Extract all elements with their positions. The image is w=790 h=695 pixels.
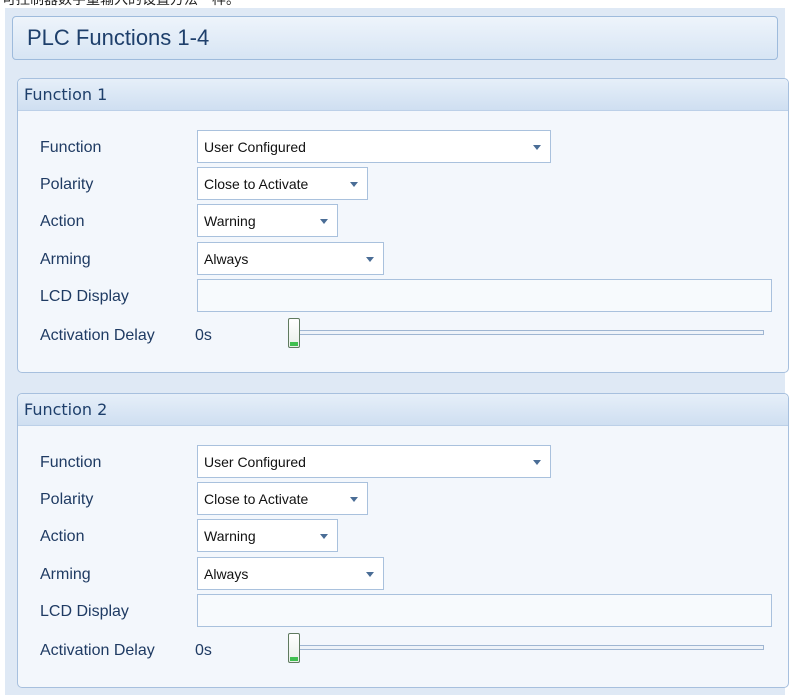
function-1-action-value: Warning (204, 213, 256, 229)
function-1-group: Function 1 Function User Configured Pola… (17, 78, 789, 373)
page-header: PLC Functions 1-4 (12, 16, 778, 60)
function-2-function-value: User Configured (204, 454, 306, 470)
activation-delay-label: Activation Delay (40, 642, 155, 659)
function-1-title: Function 1 (24, 85, 108, 104)
function-2-title: Function 2 (24, 400, 108, 419)
function-2-header: Function 2 (18, 394, 788, 426)
polarity-label: Polarity (40, 491, 94, 508)
top-caption-text: 可控制器数字量输入的设置方法一样。 (2, 0, 240, 8)
chevron-down-icon (366, 572, 374, 577)
chevron-down-icon (350, 182, 358, 187)
function-2-activation-delay-value: 0s (195, 642, 212, 659)
function-1-action-dropdown[interactable]: Warning (197, 204, 338, 237)
chevron-down-icon (533, 460, 541, 465)
function-label: Function (40, 139, 102, 156)
function-1-arming-value: Always (204, 251, 249, 267)
function-1-polarity-dropdown[interactable]: Close to Activate (197, 167, 368, 200)
function-1-activation-delay-value: 0s (195, 327, 212, 344)
function-2-arming-dropdown[interactable]: Always (197, 557, 384, 590)
function-1-slider-thumb[interactable] (288, 318, 300, 348)
action-label: Action (40, 528, 85, 545)
function-2-action-dropdown[interactable]: Warning (197, 519, 338, 552)
function-label: Function (40, 454, 102, 471)
function-2-arming-value: Always (204, 566, 249, 582)
lcd-display-label: LCD Display (40, 603, 129, 620)
function-1-header: Function 1 (18, 79, 788, 111)
action-label: Action (40, 213, 85, 230)
function-1-arming-dropdown[interactable]: Always (197, 242, 384, 275)
function-1-lcd-display-input[interactable] (197, 279, 772, 312)
chevron-down-icon (350, 497, 358, 502)
function-1-function-dropdown[interactable]: User Configured (197, 130, 551, 163)
function-2-group: Function 2 Function User Configured Pola… (17, 393, 789, 688)
activation-delay-label: Activation Delay (40, 327, 155, 344)
function-2-activation-delay-slider[interactable] (294, 645, 764, 650)
function-2-slider-thumb[interactable] (288, 633, 300, 663)
lcd-display-label: LCD Display (40, 288, 129, 305)
page-title: PLC Functions 1-4 (27, 25, 210, 50)
function-1-function-value: User Configured (204, 139, 306, 155)
chevron-down-icon (320, 534, 328, 539)
polarity-label: Polarity (40, 176, 94, 193)
arming-label: Arming (40, 251, 91, 268)
chevron-down-icon (366, 257, 374, 262)
function-1-activation-delay-slider[interactable] (294, 330, 764, 335)
chevron-down-icon (533, 145, 541, 150)
function-2-polarity-dropdown[interactable]: Close to Activate (197, 482, 368, 515)
function-2-lcd-display-input[interactable] (197, 594, 772, 627)
function-2-polarity-value: Close to Activate (204, 491, 309, 507)
function-2-action-value: Warning (204, 528, 256, 544)
arming-label: Arming (40, 566, 91, 583)
top-caption-fragment: 可控制器数字量输入的设置方法一样。 (0, 0, 790, 8)
function-2-function-dropdown[interactable]: User Configured (197, 445, 551, 478)
function-1-polarity-value: Close to Activate (204, 176, 309, 192)
chevron-down-icon (320, 219, 328, 224)
